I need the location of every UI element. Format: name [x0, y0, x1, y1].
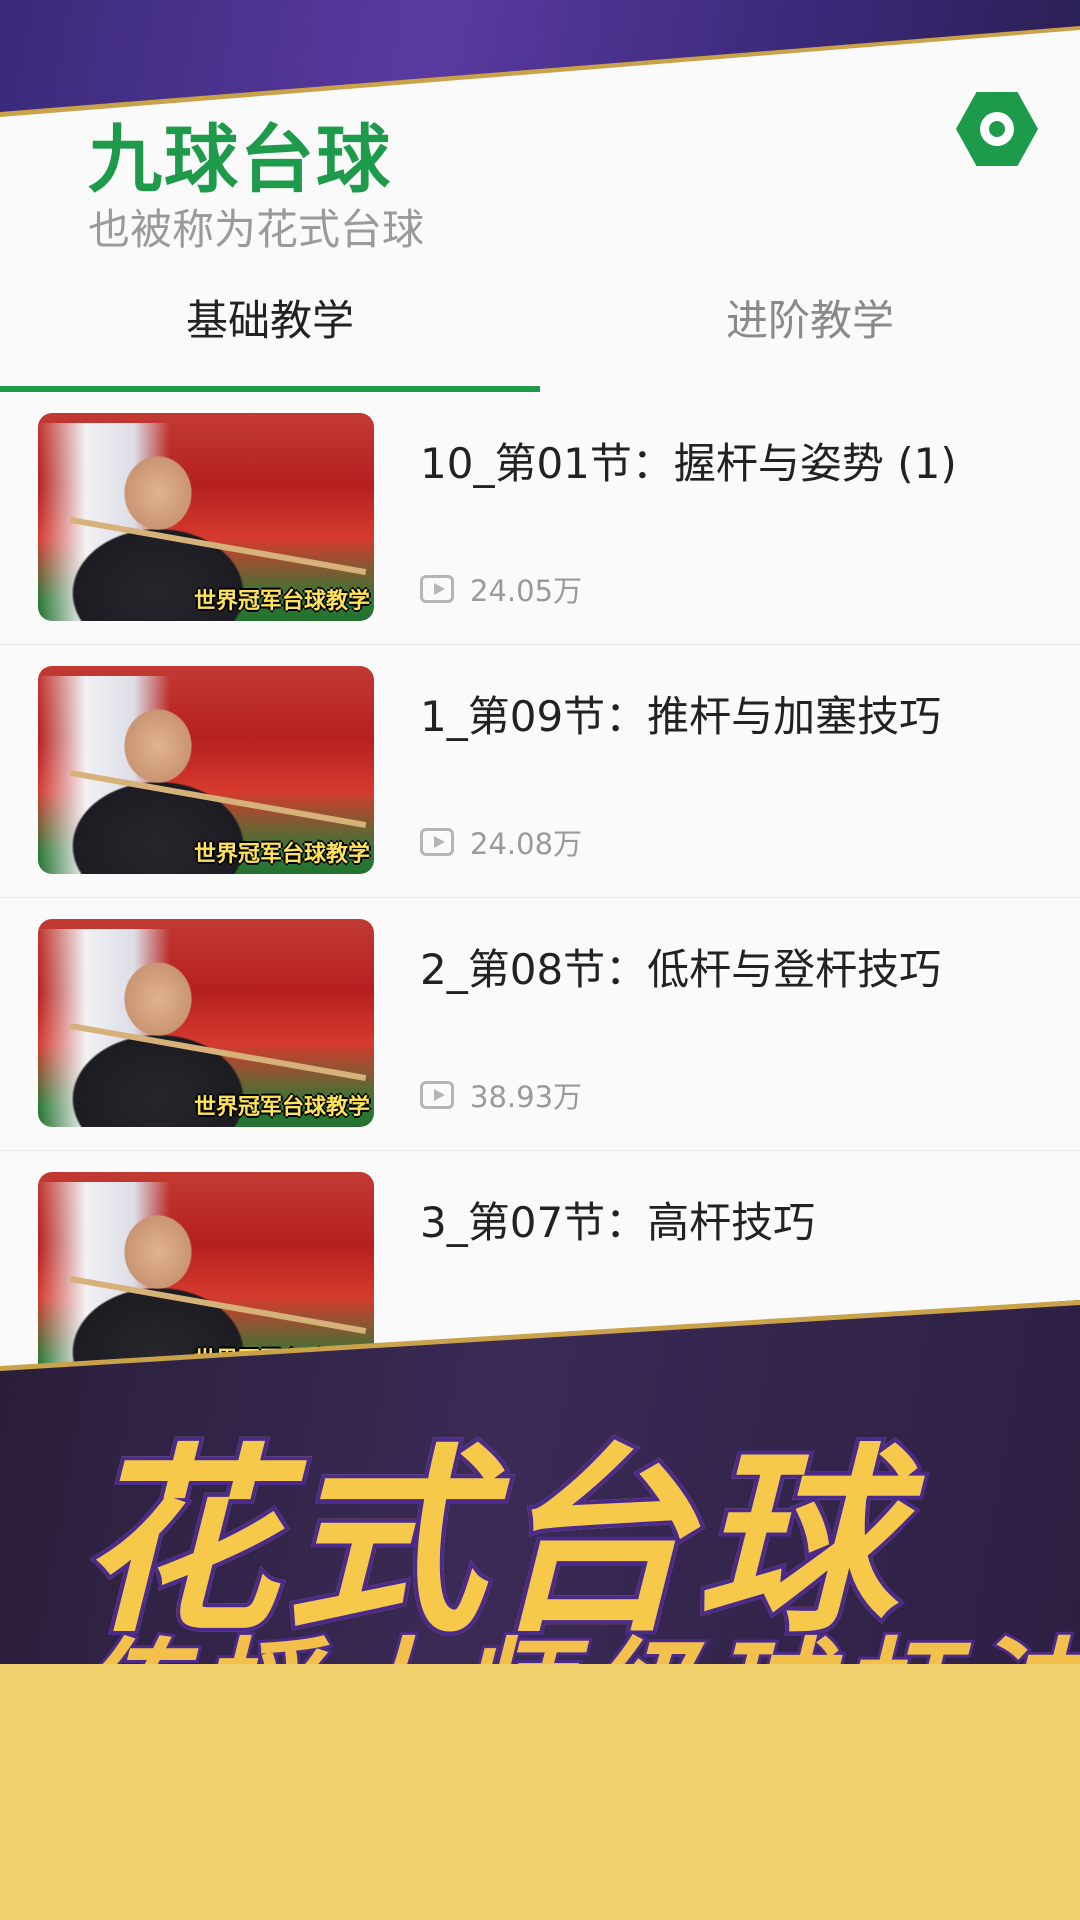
promo-subtitle: 传授大师级球杆法 — [70, 1600, 1080, 1670]
view-count: 24.08万 — [470, 827, 583, 861]
video-title: 10_第01节：握杆与姿势 (1) — [420, 439, 957, 488]
list-item[interactable]: 世界冠军台球教学 2_第08节：低杆与登杆技巧 38.93万 — [0, 898, 1080, 1151]
tab-basic[interactable]: 基础教学 — [0, 280, 540, 392]
video-thumbnail: 世界冠军台球教学 — [38, 413, 374, 621]
video-title: 2_第08节：低杆与登杆技巧 — [420, 945, 942, 994]
thumbnail-caption: 世界冠军台球教学 — [193, 589, 370, 614]
video-thumbnail: 世界冠军台球教学 — [38, 919, 374, 1127]
list-item[interactable]: 世界冠军台球教学 1_第09节：推杆与加塞技巧 24.08万 — [0, 645, 1080, 898]
video-title: 1_第09节：推杆与加塞技巧 — [420, 692, 942, 741]
video-thumbnail: 世界冠军台球教学 — [38, 666, 374, 874]
play-icon — [420, 575, 454, 603]
video-meta: 38.93万 — [420, 1074, 582, 1116]
tab-bar: 基础教学 进阶教学 — [0, 280, 1080, 392]
page-title: 九球台球 — [88, 117, 392, 203]
settings-button[interactable] — [956, 92, 1038, 166]
view-count: 24.05万 — [470, 574, 583, 608]
tab-advanced[interactable]: 进阶教学 — [540, 280, 1080, 392]
hexagon-settings-icon — [956, 92, 1038, 166]
video-meta: 24.05万 — [420, 568, 582, 610]
view-count: 38.93万 — [470, 1080, 583, 1114]
video-title: 3_第07节：高杆技巧 — [420, 1198, 816, 1247]
page-subtitle: 也被称为花式台球 — [88, 205, 425, 254]
bottom-yellow-panel — [0, 1664, 1080, 1920]
play-icon — [420, 1081, 454, 1109]
play-icon — [420, 828, 454, 856]
thumbnail-caption: 世界冠军台球教学 — [193, 1095, 370, 1120]
video-list: 世界冠军台球教学 10_第01节：握杆与姿势 (1) 24.05万 世界冠军台球… — [0, 392, 1080, 1404]
video-meta: 24.08万 — [420, 821, 582, 863]
thumbnail-caption: 世界冠军台球教学 — [193, 842, 370, 867]
list-item[interactable]: 世界冠军台球教学 10_第01节：握杆与姿势 (1) 24.05万 — [0, 392, 1080, 645]
